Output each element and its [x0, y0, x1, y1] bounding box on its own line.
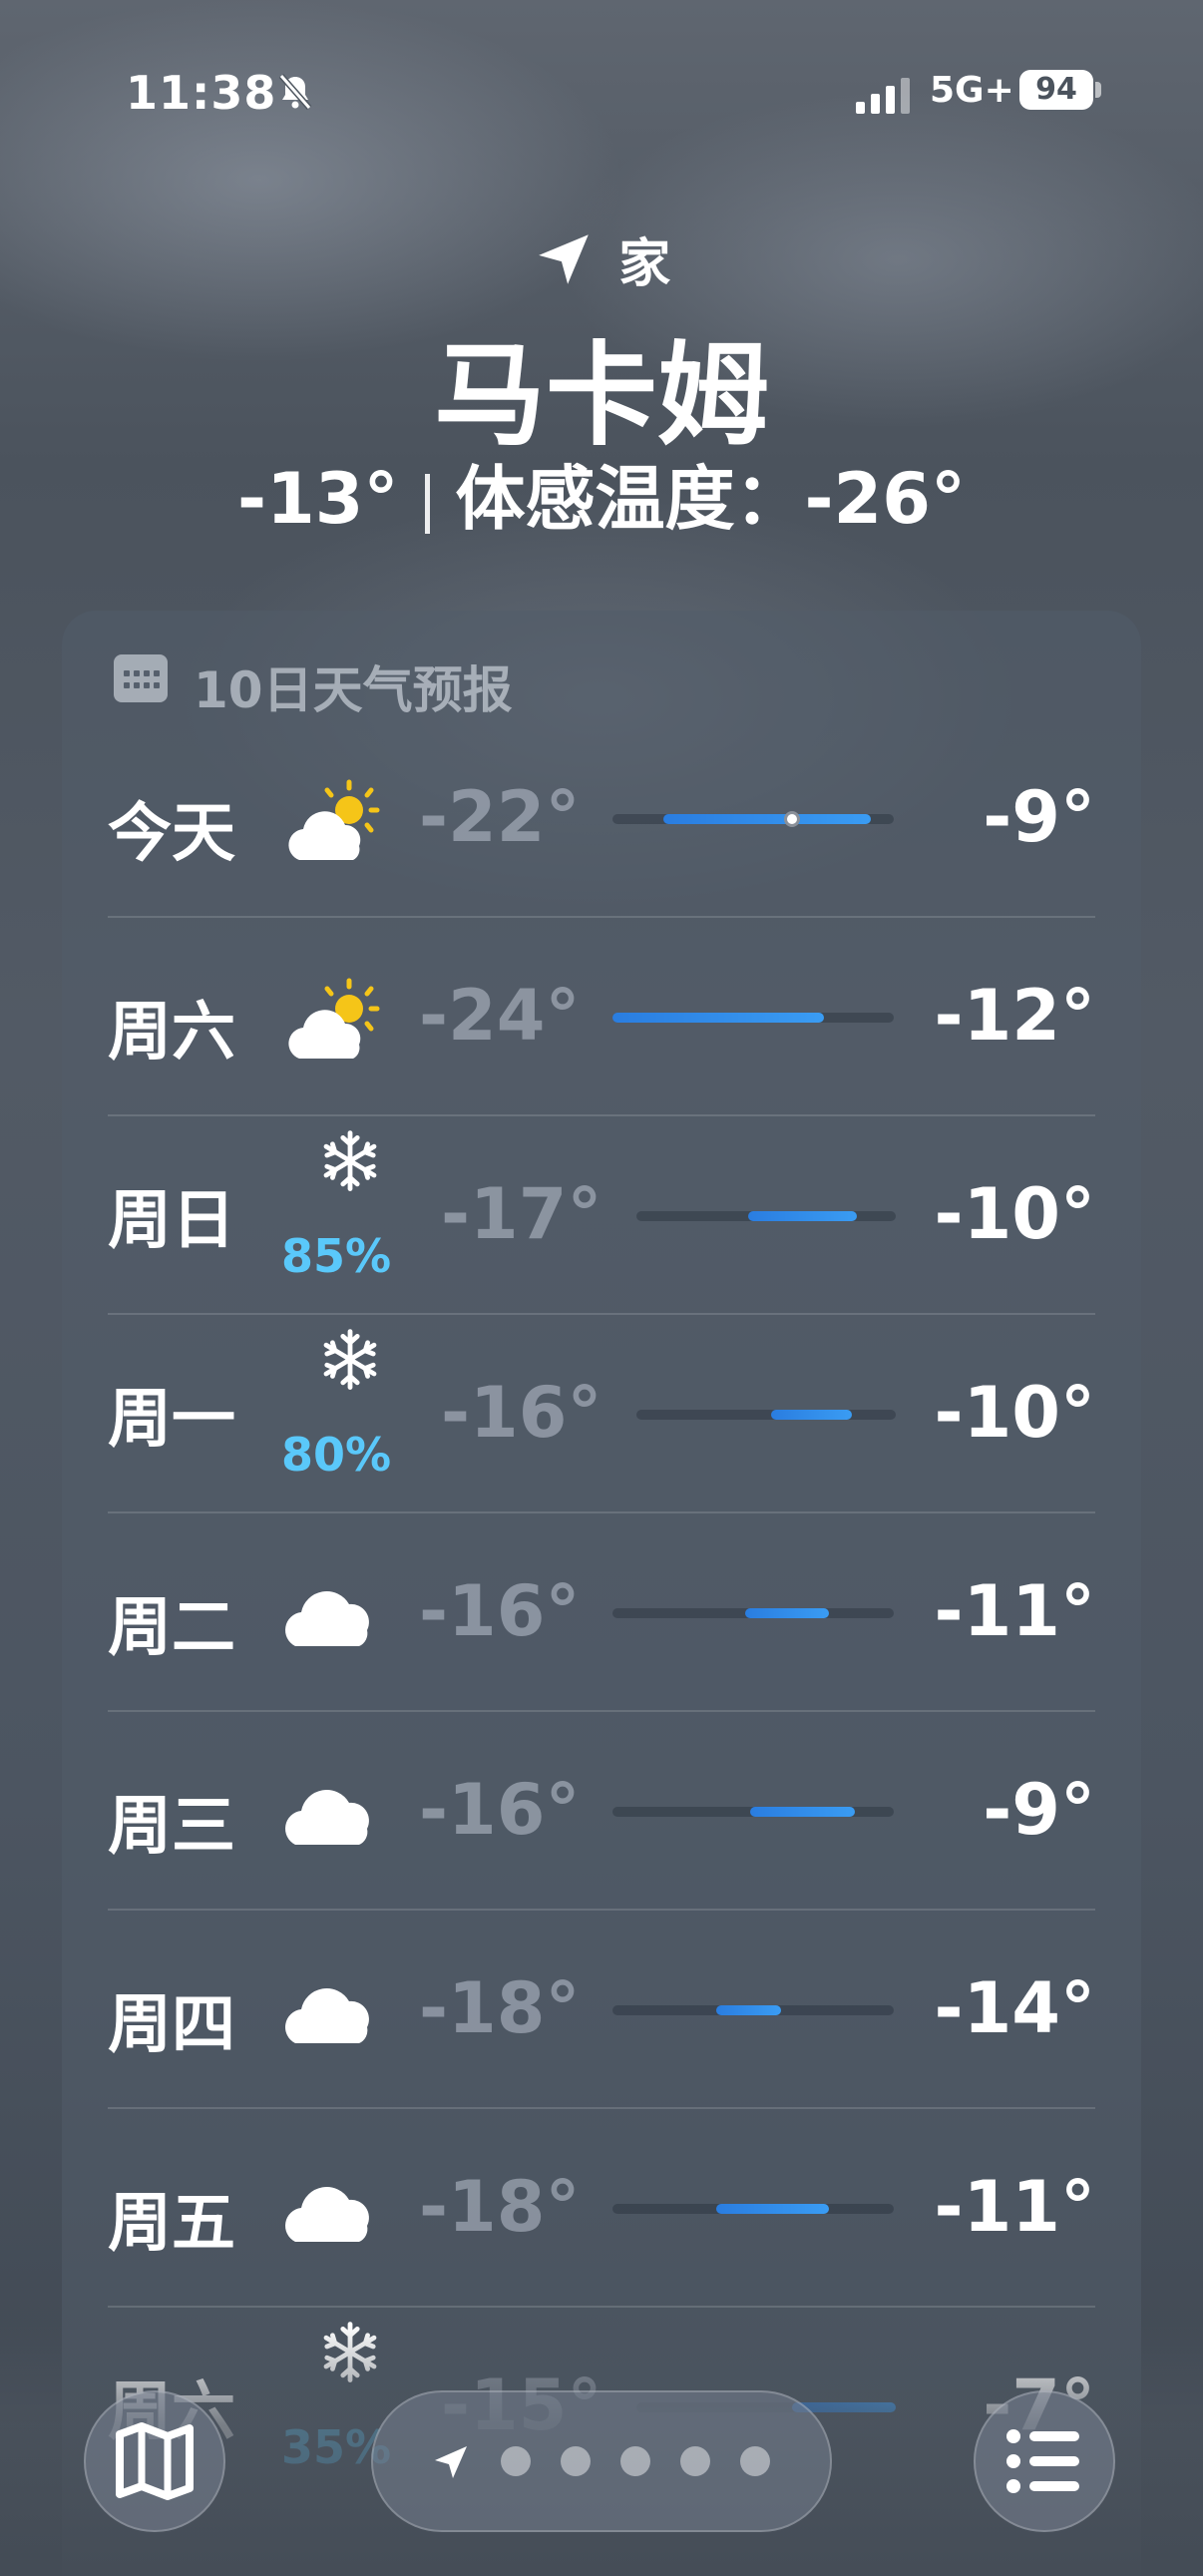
temp-range-fill [744, 1608, 830, 1618]
temp-range-fill [662, 814, 872, 824]
day-label: 周五 [108, 2187, 235, 2261]
map-icon [116, 2422, 194, 2500]
temp-range-bar [612, 2005, 894, 2015]
day-label: 周一 [108, 1383, 235, 1457]
forecast-row[interactable]: 周日 85% -17° -10° [108, 1117, 1095, 1315]
current-conditions: -13° 体感温度：-26° [0, 443, 1203, 544]
location-row: 家 [0, 221, 1203, 296]
low-temp: -16° [419, 1769, 581, 1851]
temp-range-bar [636, 1410, 896, 1420]
high-temp: -12° [934, 975, 1095, 1057]
calendar-icon [114, 654, 168, 702]
low-temp: -16° [419, 1570, 581, 1652]
temp-range-fill [716, 2005, 782, 2015]
page-dot[interactable] [620, 2446, 650, 2476]
cloud-icon [277, 1562, 387, 1672]
list-icon [1006, 2429, 1079, 2493]
low-temp: -16° [441, 1372, 602, 1454]
forecast-row[interactable]: 今天 -22° -9° [108, 720, 1095, 918]
temp-range-fill [612, 1013, 824, 1023]
location-page-icon [435, 2446, 467, 2478]
row-divider [108, 1710, 1095, 1712]
low-temp: -18° [419, 2166, 581, 2248]
feels-like: 体感温度：-26° [455, 458, 966, 540]
day-label: 周二 [108, 1591, 235, 1665]
precip-chance: 85% [281, 1229, 392, 1283]
status-bar: 11:38 5G+ 94 [0, 66, 1203, 132]
high-temp: -9° [983, 776, 1095, 858]
temp-range-bar [612, 1013, 894, 1023]
temp-range-fill [771, 1410, 852, 1420]
high-temp: -9° [983, 1769, 1095, 1851]
day-label: 周四 [108, 1988, 235, 2062]
row-divider [108, 2306, 1095, 2308]
cloud-icon [277, 2158, 387, 2268]
partly-cloudy-sun-icon [277, 967, 387, 1076]
temp-range-bar [612, 1807, 894, 1817]
temp-range-bar [612, 811, 894, 827]
forecast-row[interactable]: 周一 80% -16° -10° [108, 1316, 1095, 1513]
row-divider [108, 1114, 1095, 1116]
low-temp: -24° [419, 975, 581, 1057]
bell-slash-icon [278, 74, 312, 110]
temp-range-fill [750, 1807, 855, 1817]
low-temp: -18° [419, 1967, 581, 2049]
divider-bar [424, 473, 430, 534]
page-dot[interactable] [501, 2446, 531, 2476]
row-divider [108, 2107, 1095, 2109]
page-dot[interactable] [680, 2446, 710, 2476]
forecast-row[interactable]: 周五 -18° -11° [108, 2110, 1095, 2308]
ten-day-forecast-card[interactable]: 10日天气预报 今天 -22° -9° 周六 -24° -12° 周日 85% -17° -10°… [62, 611, 1141, 2576]
signal-icon [856, 78, 910, 114]
high-temp: -11° [934, 1570, 1095, 1652]
locations-list-button[interactable] [974, 2390, 1115, 2532]
row-divider [108, 1909, 1095, 1911]
temp-range-bar [612, 2204, 894, 2214]
row-divider [108, 916, 1095, 918]
battery-indicator: 94 [1019, 70, 1093, 110]
page-dot[interactable] [740, 2446, 770, 2476]
battery-tip [1095, 82, 1101, 98]
row-divider [108, 1313, 1095, 1315]
temp-range-bar [636, 1211, 896, 1221]
row-divider [108, 1511, 1095, 1513]
high-temp: -10° [934, 1173, 1095, 1255]
card-title: 10日天气预报 [194, 661, 513, 719]
day-label: 今天 [108, 797, 235, 871]
low-temp: -22° [419, 776, 581, 858]
partly-cloudy-sun-icon [277, 768, 387, 878]
page-indicator[interactable] [371, 2390, 832, 2532]
current-temp-dot [784, 811, 801, 827]
day-label: 周日 [108, 1184, 235, 1258]
forecast-row[interactable]: 周六 -24° -12° [108, 919, 1095, 1116]
day-label: 周三 [108, 1790, 235, 1864]
day-label: 周六 [108, 996, 235, 1070]
temp-range-fill [716, 2204, 830, 2214]
snowflake-icon [306, 1322, 394, 1410]
current-temp: -13° [237, 458, 399, 540]
location-arrow-icon [538, 233, 589, 284]
status-time: 11:38 [126, 66, 277, 120]
location-label: 家 [618, 234, 671, 294]
forecast-row[interactable]: 周四 -18° -14° [108, 1912, 1095, 2109]
snowflake-icon [306, 1123, 394, 1211]
cloud-icon [277, 1959, 387, 2069]
high-temp: -11° [934, 2166, 1095, 2248]
cloud-icon [277, 1761, 387, 1871]
high-temp: -10° [934, 1372, 1095, 1454]
forecast-row[interactable]: 周三 -16° -9° [108, 1713, 1095, 1911]
temp-range-bar [612, 1608, 894, 1618]
low-temp: -17° [441, 1173, 602, 1255]
temp-range-fill [747, 1211, 857, 1221]
precip-chance: 80% [281, 1428, 392, 1482]
network-label: 5G+ [930, 70, 1014, 111]
map-button[interactable] [84, 2390, 225, 2532]
forecast-row[interactable]: 周二 -16° -11° [108, 1514, 1095, 1712]
high-temp: -14° [934, 1967, 1095, 2049]
page-dot[interactable] [561, 2446, 591, 2476]
